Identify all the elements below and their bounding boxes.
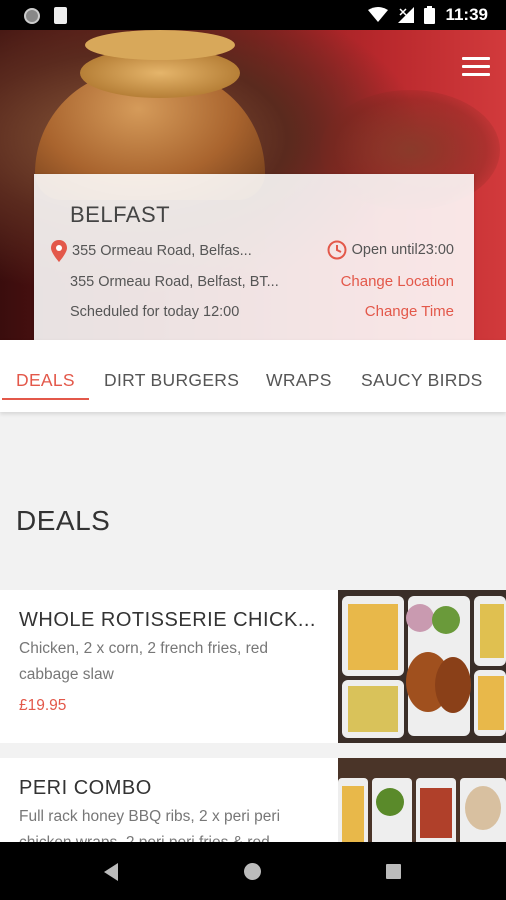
onion-ring-image-top: [85, 30, 235, 60]
home-icon[interactable]: [244, 863, 261, 880]
address-short: 355 Ormeau Road, Belfas...: [72, 243, 252, 259]
system-nav-bar: [0, 842, 506, 900]
menu-item[interactable]: PERI COMBO Full rack honey BBQ ribs, 2 x…: [0, 758, 506, 851]
location-pin-icon: [51, 240, 67, 262]
item-image: [338, 590, 506, 743]
clock-time: 11:39: [445, 5, 488, 24]
open-hours-row: Open until23:00: [327, 240, 454, 260]
category-tabs: DEALS DIRT BURGERS WRAPS SAUCY BIRDS: [0, 340, 506, 412]
item-name: PERI COMBO: [19, 777, 152, 799]
recent-apps-icon[interactable]: [386, 864, 401, 879]
notification-icon: [24, 7, 40, 24]
address-full: 355 Ormeau Road, Belfast, BT...: [70, 274, 279, 290]
tab-deals[interactable]: DEALS: [16, 370, 75, 391]
tab-saucy-birds[interactable]: SAUCY BIRDS: [361, 370, 483, 391]
battery-icon: [424, 6, 436, 24]
signal-icon: [398, 7, 415, 23]
location-card: BELFAST 355 Ormeau Road, Belfas... Open …: [34, 174, 474, 340]
change-location-link[interactable]: Change Location: [341, 273, 454, 290]
tab-wraps[interactable]: WRAPS: [266, 370, 332, 391]
city-name: BELFAST: [70, 202, 171, 227]
item-image: [338, 758, 506, 848]
back-icon[interactable]: [104, 863, 118, 881]
active-tab-indicator: [2, 398, 89, 400]
sd-card-icon: [54, 7, 67, 24]
section-title: DEALS: [16, 505, 111, 536]
change-time-link[interactable]: Change Time: [365, 303, 454, 320]
tab-dirt-burgers[interactable]: DIRT BURGERS: [104, 370, 239, 391]
clock-icon: [327, 240, 347, 260]
address-row: 355 Ormeau Road, Belfas...: [50, 240, 252, 262]
menu-item[interactable]: WHOLE ROTISSERIE CHICK... Chicken, 2 x c…: [0, 590, 506, 743]
item-price: £19.95: [19, 697, 67, 714]
status-bar: 11:39: [0, 0, 506, 30]
item-name: WHOLE ROTISSERIE CHICK...: [19, 609, 316, 631]
scheduled-time: Scheduled for today 12:00: [70, 304, 240, 320]
hamburger-menu-icon[interactable]: [462, 57, 490, 79]
open-status: Open until23:00: [351, 242, 454, 258]
wifi-icon: [368, 7, 389, 22]
item-description: Chicken, 2 x corn, 2 french fries, red c…: [19, 640, 268, 683]
